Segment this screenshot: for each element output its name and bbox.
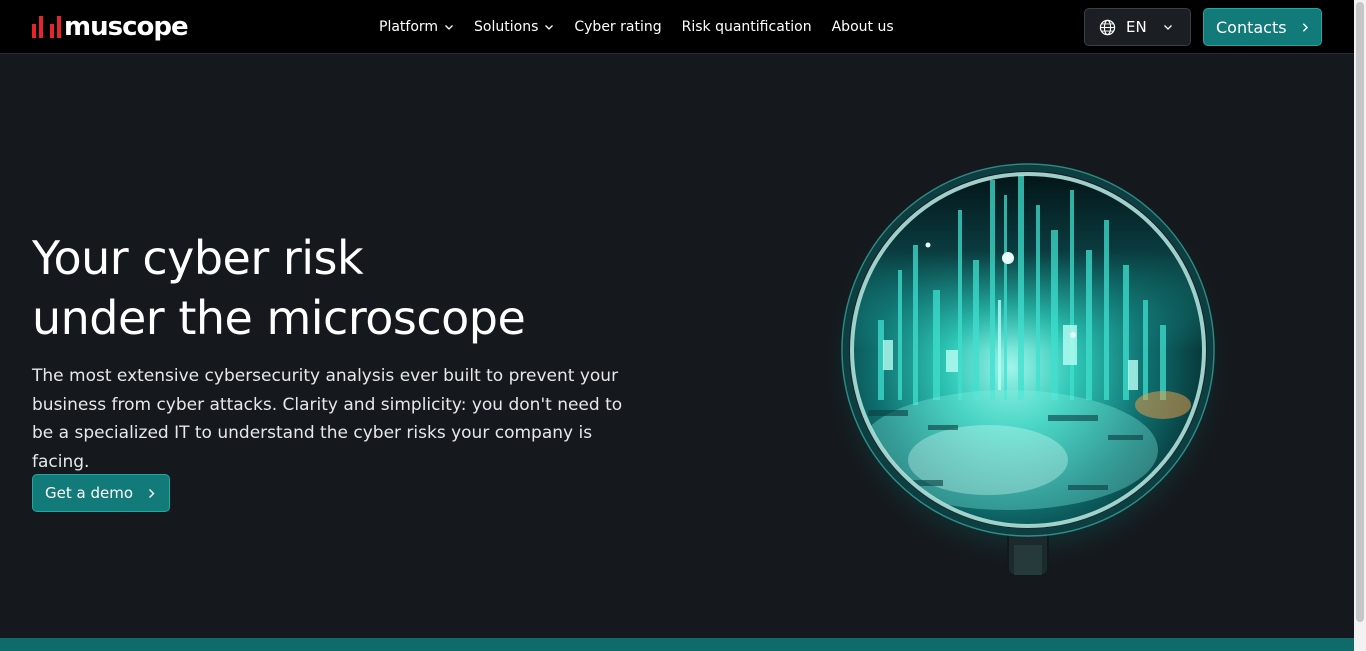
get-a-demo-label: Get a demo [45, 484, 134, 502]
scrollbar-thumb[interactable] [1356, 2, 1364, 622]
nav-item-label: Cyber rating [574, 19, 662, 35]
chevron-right-icon [1302, 22, 1308, 32]
next-section-band [0, 638, 1354, 651]
chevron-down-icon [545, 25, 554, 30]
logo-text: muscope [64, 12, 189, 42]
hero-title-line-1: Your cyber risk [32, 231, 364, 285]
chevron-down-icon [445, 25, 454, 30]
nav-item-about-us[interactable]: About us [832, 19, 894, 35]
page: muscope Platform Solutions Cyber rating … [0, 0, 1366, 651]
page-scrollbar[interactable] [1354, 0, 1366, 651]
contacts-button[interactable]: Contacts [1203, 8, 1322, 46]
chevron-down-icon [1163, 25, 1172, 30]
nav-item-label: Platform [379, 19, 439, 35]
logo[interactable]: muscope [32, 12, 189, 42]
globe-icon [1099, 19, 1116, 35]
lens-image [818, 155, 1238, 576]
nav-item-label: Risk quantification [681, 19, 812, 35]
contacts-label: Contacts [1216, 17, 1287, 37]
language-label: EN [1126, 18, 1147, 36]
logo-mark-icon [32, 16, 61, 38]
microscope-lens-illustration [808, 150, 1248, 590]
hero-description: The most extensive cybersecurity analysi… [32, 366, 623, 472]
main-nav: Platform Solutions Cyber rating Risk qua… [379, 0, 894, 54]
chevron-right-icon [149, 488, 155, 498]
nav-item-solutions[interactable]: Solutions [474, 19, 554, 35]
nav-item-cyber-rating[interactable]: Cyber rating [574, 19, 661, 35]
nav-item-label: About us [831, 19, 894, 35]
hero-title: Your cyber risk under the microscope [32, 228, 652, 348]
hero-title-line-2: under the microscope [32, 291, 526, 345]
get-a-demo-button[interactable]: Get a demo [32, 474, 170, 512]
nav-item-platform[interactable]: Platform [379, 19, 454, 35]
nav-item-risk-quantification[interactable]: Risk quantification [682, 19, 812, 35]
language-selector[interactable]: EN [1084, 8, 1191, 46]
site-header: muscope Platform Solutions Cyber rating … [0, 0, 1354, 54]
nav-item-label: Solutions [474, 19, 539, 35]
